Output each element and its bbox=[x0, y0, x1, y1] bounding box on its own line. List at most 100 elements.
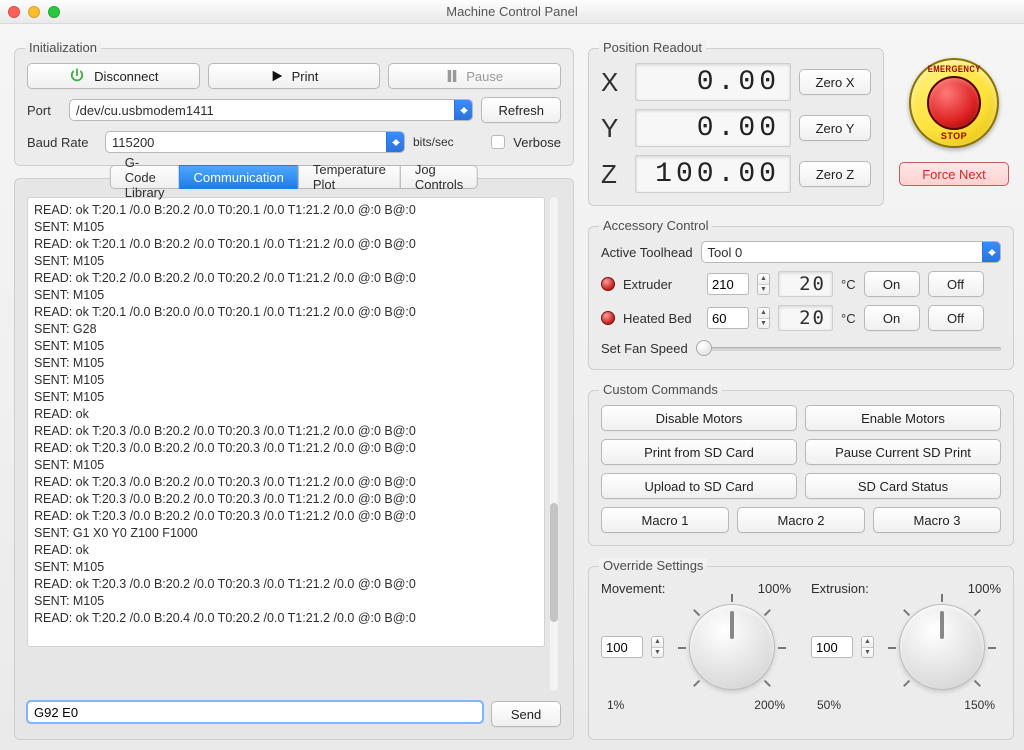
extruder-led-icon bbox=[601, 277, 615, 291]
command-input[interactable] bbox=[27, 701, 483, 723]
enable-motors-button[interactable]: Enable Motors bbox=[805, 405, 1001, 431]
emergency-stop-bottom-label: STOP bbox=[941, 131, 967, 141]
verbose-label: Verbose bbox=[513, 135, 561, 150]
force-next-button[interactable]: Force Next bbox=[899, 162, 1009, 186]
override-settings-legend: Override Settings bbox=[599, 558, 707, 573]
baud-rate-unit: bits/sec bbox=[413, 135, 454, 149]
degc-label: °C bbox=[841, 277, 856, 292]
port-select[interactable]: /dev/cu.usbmodem1411 bbox=[69, 99, 473, 121]
pause-sd-print-button[interactable]: Pause Current SD Print bbox=[805, 439, 1001, 465]
console-log[interactable]: READ: ok T:20.1 /0.0 B:20.2 /0.0 T0:20.1… bbox=[27, 197, 545, 647]
movement-dial[interactable] bbox=[689, 604, 775, 690]
extrusion-min-label: 50% bbox=[817, 698, 841, 712]
extruder-off-button[interactable]: Off bbox=[928, 271, 984, 297]
extruder-temp-readout: 20 bbox=[778, 271, 833, 297]
degc-label: °C bbox=[841, 311, 856, 326]
verbose-checkbox[interactable] bbox=[491, 135, 505, 149]
extrusion-value-input[interactable] bbox=[811, 636, 853, 658]
axis-y-label: Y bbox=[601, 113, 627, 144]
dropdown-indicator-icon bbox=[454, 100, 472, 120]
macro-1-button[interactable]: Macro 1 bbox=[601, 507, 729, 533]
extrusion-pct: 100% bbox=[968, 581, 1001, 596]
print-from-sd-button[interactable]: Print from SD Card bbox=[601, 439, 797, 465]
active-toolhead-select[interactable]: Tool 0 bbox=[701, 241, 1001, 263]
port-value: /dev/cu.usbmodem1411 bbox=[76, 103, 214, 118]
movement-pct: 100% bbox=[758, 581, 791, 596]
upload-sd-button[interactable]: Upload to SD Card bbox=[601, 473, 797, 499]
bed-setpoint-input[interactable] bbox=[707, 307, 749, 329]
tab-temperature-plot[interactable]: Temperature Plot bbox=[298, 165, 401, 189]
movement-value-input[interactable] bbox=[601, 636, 643, 658]
axis-z-value: 100.00 bbox=[635, 155, 791, 193]
initialization-group: Initialization Disconnect Print bbox=[14, 48, 574, 166]
heated-bed-label: Heated Bed bbox=[623, 311, 699, 326]
disable-motors-button[interactable]: Disable Motors bbox=[601, 405, 797, 431]
window-title: Machine Control Panel bbox=[0, 4, 1024, 19]
macro-2-button[interactable]: Macro 2 bbox=[737, 507, 865, 533]
power-icon bbox=[68, 67, 86, 85]
extruder-label: Extruder bbox=[623, 277, 699, 292]
axis-y-value: 0.00 bbox=[635, 109, 791, 147]
bed-stepper[interactable]: ▲▼ bbox=[757, 307, 770, 329]
baud-rate-label: Baud Rate bbox=[27, 135, 97, 150]
accessory-control-group: Accessory Control Active Toolhead Tool 0… bbox=[588, 226, 1014, 370]
play-icon bbox=[270, 69, 284, 83]
tab-communication[interactable]: Communication bbox=[179, 165, 299, 189]
override-settings-group: Override Settings Movement: 100% ▲▼ bbox=[588, 566, 1014, 740]
zero-y-button[interactable]: Zero Y bbox=[799, 115, 871, 141]
axis-x-label: X bbox=[601, 67, 627, 98]
pause-icon bbox=[446, 69, 458, 83]
tab-gcode-library[interactable]: G-Code Library bbox=[110, 165, 180, 189]
position-readout-legend: Position Readout bbox=[599, 40, 706, 55]
baud-rate-value: 115200 bbox=[112, 135, 154, 150]
baud-rate-select[interactable]: 115200 bbox=[105, 131, 405, 153]
bed-off-button[interactable]: Off bbox=[928, 305, 984, 331]
dropdown-indicator-icon bbox=[982, 242, 1000, 262]
emergency-stop-icon bbox=[927, 76, 981, 130]
zero-z-button[interactable]: Zero Z bbox=[799, 161, 871, 187]
pause-label: Pause bbox=[466, 69, 503, 84]
print-button[interactable]: Print bbox=[208, 63, 381, 89]
position-readout-group: Position Readout X 0.00 Zero X Y 0.00 Ze… bbox=[588, 48, 884, 206]
bed-on-button[interactable]: On bbox=[864, 305, 920, 331]
active-toolhead-value: Tool 0 bbox=[708, 245, 743, 260]
zero-x-button[interactable]: Zero X bbox=[799, 69, 871, 95]
bed-led-icon bbox=[601, 311, 615, 325]
accessory-control-legend: Accessory Control bbox=[599, 218, 712, 233]
send-button[interactable]: Send bbox=[491, 701, 561, 727]
custom-commands-legend: Custom Commands bbox=[599, 382, 722, 397]
pause-button[interactable]: Pause bbox=[388, 63, 561, 89]
extrusion-stepper[interactable]: ▲▼ bbox=[861, 636, 874, 658]
fan-speed-label: Set Fan Speed bbox=[601, 341, 688, 356]
macro-3-button[interactable]: Macro 3 bbox=[873, 507, 1001, 533]
initialization-legend: Initialization bbox=[25, 40, 101, 55]
active-toolhead-label: Active Toolhead bbox=[601, 245, 693, 260]
emergency-stop-button[interactable]: EMERGENCY STOP bbox=[909, 58, 999, 148]
disconnect-button[interactable]: Disconnect bbox=[27, 63, 200, 89]
console-scrollbar[interactable] bbox=[547, 197, 561, 691]
print-label: Print bbox=[292, 69, 319, 84]
extruder-setpoint-input[interactable] bbox=[707, 273, 749, 295]
axis-x-value: 0.00 bbox=[635, 63, 791, 101]
port-label: Port bbox=[27, 103, 61, 118]
extruder-on-button[interactable]: On bbox=[864, 271, 920, 297]
fan-speed-slider[interactable] bbox=[696, 339, 1001, 357]
sd-status-button[interactable]: SD Card Status bbox=[805, 473, 1001, 499]
extrusion-label: Extrusion: bbox=[811, 581, 869, 596]
movement-max-label: 200% bbox=[754, 698, 785, 712]
extrusion-max-label: 150% bbox=[964, 698, 995, 712]
dropdown-indicator-icon bbox=[386, 132, 404, 152]
movement-min-label: 1% bbox=[607, 698, 624, 712]
extrusion-dial[interactable] bbox=[899, 604, 985, 690]
emergency-stop-top-label: EMERGENCY bbox=[927, 64, 980, 74]
axis-z-label: Z bbox=[601, 159, 627, 190]
titlebar: Machine Control Panel bbox=[0, 0, 1024, 24]
refresh-button[interactable]: Refresh bbox=[481, 97, 561, 123]
bed-temp-readout: 20 bbox=[778, 305, 833, 331]
extruder-stepper[interactable]: ▲▼ bbox=[757, 273, 770, 295]
disconnect-label: Disconnect bbox=[94, 69, 158, 84]
movement-label: Movement: bbox=[601, 581, 665, 596]
movement-stepper[interactable]: ▲▼ bbox=[651, 636, 664, 658]
tab-jog-controls[interactable]: Jog Controls bbox=[400, 165, 478, 189]
tabs-frame: G-Code Library Communication Temperature… bbox=[14, 178, 574, 740]
